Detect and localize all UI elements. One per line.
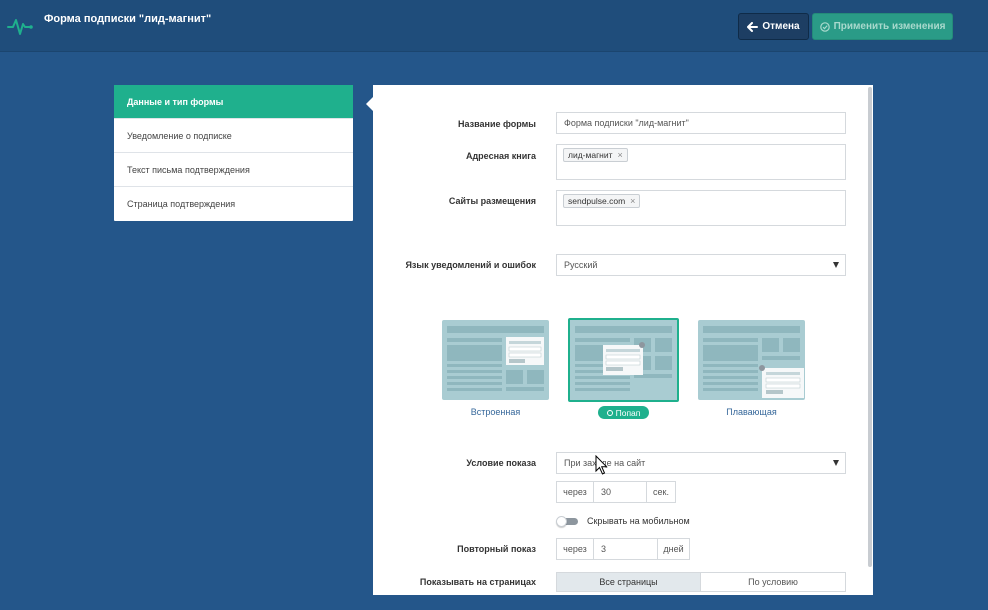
cancel-button-label: Отмена: [762, 21, 800, 32]
nav-item-subscription-notice[interactable]: Уведомление о подписке: [114, 119, 353, 153]
nav-item-label: Страница подтверждения: [127, 199, 236, 209]
panel-scrollbar[interactable]: [868, 87, 872, 567]
address-book-label: Адресная книга: [465, 151, 536, 161]
page-title: Форма подписки "лид-магнит": [44, 13, 212, 25]
form-type-popup-card[interactable]: [568, 318, 679, 402]
hide-mobile-label: Скрывать на мобильном: [587, 516, 690, 526]
repeat-prefix: через: [556, 538, 594, 560]
delay-seconds-input[interactable]: 30: [593, 481, 647, 503]
hide-mobile-toggle[interactable]: [556, 516, 579, 527]
embedded-form-preview-icon: [447, 326, 544, 391]
cancel-button[interactable]: Отмена: [738, 13, 809, 40]
language-select[interactable]: Русский: [556, 254, 846, 276]
address-book-tag-input[interactable]: лид-магнит ×: [556, 144, 846, 180]
site-tag: sendpulse.com ×: [563, 194, 641, 208]
sites-label: Сайты размещения: [448, 196, 536, 206]
form-name-label: Название формы: [458, 119, 536, 129]
form-type-embedded-card[interactable]: [442, 320, 549, 400]
repeat-days-input[interactable]: 3: [593, 538, 658, 560]
form-type-popup-text: Попап: [615, 407, 641, 418]
top-bar: Форма подписки "лид-магнит" Отмена Приме…: [0, 0, 988, 52]
remove-tag-icon[interactable]: ×: [618, 150, 623, 160]
mouse-cursor-icon: [595, 455, 608, 475]
nav-item-confirmation-email[interactable]: Текст письма подтверждения: [114, 153, 353, 187]
nav-item-form-data[interactable]: Данные и тип формы: [114, 85, 353, 119]
tag-text: лид-магнит: [568, 150, 613, 160]
nav-item-confirmation-page[interactable]: Страница подтверждения: [114, 187, 353, 221]
delay-prefix: через: [556, 481, 594, 503]
remove-tag-icon[interactable]: ×: [630, 196, 635, 206]
address-book-tag: лид-магнит ×: [563, 148, 628, 162]
apply-changes-button[interactable]: Применить изменения: [812, 13, 953, 40]
form-type-floating-label[interactable]: Плавающая: [698, 407, 805, 417]
nav-item-label: Текст письма подтверждения: [127, 164, 250, 175]
form-type-popup-label[interactable]: Попап: [598, 406, 649, 419]
language-label: Язык уведомлений и ошибок: [405, 260, 536, 270]
form-type-embedded-label[interactable]: Встроенная: [442, 407, 549, 417]
form-name-input[interactable]: Форма подписки "лид-магнит": [556, 112, 846, 134]
delay-unit: сек.: [646, 481, 676, 503]
dropdown-arrow-icon: [833, 262, 839, 268]
floating-form-preview-icon: [703, 326, 804, 398]
pages-label: Показывать на страницах: [419, 577, 536, 587]
pages-option-all[interactable]: Все страницы: [556, 572, 701, 592]
pages-option-conditional[interactable]: По условию: [700, 572, 846, 592]
check-circle-icon: [819, 21, 830, 32]
language-select-value: Русский: [564, 260, 598, 270]
toggle-knob: [556, 516, 567, 527]
apply-changes-button-label: Применить изменения: [833, 21, 946, 32]
nav-item-label: Данные и тип формы: [127, 96, 224, 107]
repeat-unit: дней: [657, 538, 690, 560]
form-type-floating-card[interactable]: [698, 320, 805, 400]
show-condition-label: Условие показа: [466, 458, 536, 468]
settings-nav: Данные и тип формы Уведомление о подписк…: [114, 85, 353, 221]
arrow-left-icon: [747, 21, 759, 32]
dropdown-arrow-icon: [833, 460, 839, 466]
radio-circle-icon: [606, 409, 613, 416]
pulse-logo-icon: [7, 19, 33, 35]
popup-form-preview-icon: [575, 326, 672, 391]
repeat-label: Повторный показ: [457, 544, 536, 554]
sites-tag-input[interactable]: sendpulse.com ×: [556, 190, 846, 226]
nav-item-label: Уведомление о подписке: [127, 130, 232, 141]
tag-text: sendpulse.com: [568, 196, 626, 206]
